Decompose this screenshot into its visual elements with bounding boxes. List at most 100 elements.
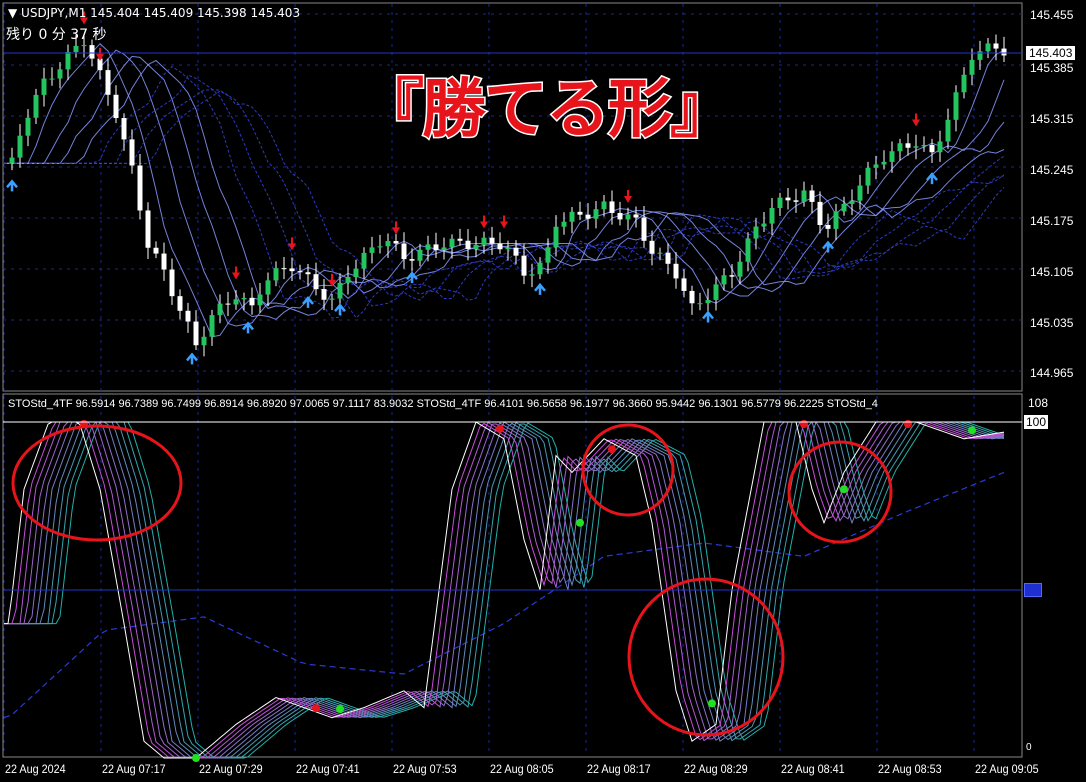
candle-body — [905, 143, 911, 148]
time-tick: 22 Aug 08:53 — [878, 762, 942, 776]
sell-arrow-icon — [912, 113, 920, 127]
candle-body — [281, 268, 287, 270]
buy-arrow-icon — [242, 321, 254, 334]
level-50-badge — [1024, 583, 1042, 597]
stochastic-buy-dot — [968, 426, 976, 435]
stochastic-sell-dot — [496, 424, 504, 433]
candle-body — [705, 299, 711, 304]
candle-body — [241, 297, 247, 300]
candle-body — [825, 224, 831, 229]
candle-body — [137, 165, 143, 211]
sell-arrow-icon — [480, 215, 488, 229]
candle-body — [601, 201, 607, 210]
candle-body — [561, 221, 567, 227]
candle-body — [209, 315, 215, 337]
candle-body — [305, 272, 311, 275]
candle-body — [737, 261, 743, 277]
candle-body — [457, 238, 463, 241]
candle-body — [81, 45, 87, 47]
candle-body — [945, 119, 951, 142]
buy-arrow-icon — [702, 310, 714, 323]
candle-body — [393, 241, 399, 244]
candle-body — [633, 214, 639, 218]
candle-body — [353, 268, 359, 277]
candle-body — [577, 211, 583, 215]
candle-body — [49, 78, 55, 80]
time-tick: 22 Aug 07:17 — [102, 762, 166, 776]
current-price-badge: 145.403 — [1026, 46, 1076, 60]
candle-body — [657, 252, 663, 254]
candle-body — [793, 200, 799, 202]
buy-arrow-icon — [302, 295, 314, 308]
candle-body — [673, 263, 679, 279]
candle-body — [465, 240, 471, 249]
candle-body — [73, 45, 79, 52]
stochastic-lines — [3, 420, 1005, 762]
indicator-panel-border — [2, 393, 1023, 758]
indicator-axis-max: 108 — [1028, 396, 1049, 410]
candle-body — [369, 247, 375, 253]
candle-body — [713, 284, 719, 300]
stochastic-sell-dot — [608, 445, 616, 454]
sell-arrow-icon — [392, 221, 400, 235]
candle-body — [345, 276, 351, 283]
candle-body — [449, 238, 455, 248]
candle-body — [881, 161, 887, 165]
buy-arrow-icon — [186, 352, 198, 365]
candle-body — [185, 310, 191, 322]
candle-body — [689, 290, 695, 304]
time-tick: 22 Aug 07:53 — [393, 762, 457, 776]
candle-body — [33, 94, 39, 118]
symbol-info: ▼ USDJPY,M1 145.404 145.409 145.398 145.… — [8, 6, 301, 20]
stochastic-buy-dot — [576, 518, 584, 527]
candle-body — [521, 255, 527, 276]
candle-body — [153, 247, 159, 254]
candle-body — [201, 336, 207, 346]
stochastic-buy-dot — [708, 699, 716, 708]
candle-body — [257, 294, 263, 306]
price-tick: 144.965 — [1030, 366, 1074, 380]
price-tick: 145.315 — [1030, 112, 1074, 126]
candle-body — [425, 244, 431, 250]
candle-body — [529, 274, 535, 276]
candle-body — [113, 94, 119, 119]
candle-body — [849, 200, 855, 204]
candle-body — [401, 243, 407, 260]
stochastic-buy-dot — [336, 705, 344, 714]
candle-body — [969, 59, 975, 75]
stochastic-sell-dot — [800, 420, 808, 428]
time-tick: 22 Aug 2024 — [5, 762, 66, 776]
candle-body — [665, 252, 671, 264]
candle-body — [313, 274, 319, 290]
sell-arrow-icon — [500, 215, 508, 229]
candle-body — [25, 117, 31, 136]
candle-body — [361, 252, 367, 269]
candle-body — [265, 280, 271, 295]
stochastic-buy-dot — [840, 485, 848, 494]
candle-body — [873, 164, 879, 168]
time-tick: 22 Aug 08:29 — [684, 762, 748, 776]
candle-body — [721, 275, 727, 285]
stochastic-buy-dot — [192, 754, 200, 762]
candle-body — [985, 43, 991, 52]
candle-body — [641, 217, 647, 241]
candle-body — [177, 296, 183, 311]
indicator-header: STOStd_4TF 96.5914 96.7389 96.7499 96.89… — [8, 398, 878, 410]
candle-body — [1001, 48, 1007, 56]
candle-body — [961, 74, 967, 93]
candle-body — [993, 43, 999, 49]
candle-body — [625, 214, 631, 220]
candle-body — [569, 211, 575, 222]
buy-arrow-icon — [6, 179, 18, 192]
candle-body — [817, 201, 823, 225]
time-tick: 22 Aug 07:41 — [296, 762, 360, 776]
candle-body — [697, 303, 703, 305]
candle-body — [337, 282, 343, 299]
candle-body — [649, 240, 655, 254]
buy-arrow-icon — [534, 282, 546, 295]
candle-body — [809, 190, 815, 202]
candle-body — [321, 289, 327, 300]
candle-body — [193, 321, 199, 346]
bar-timer: 残り 0 分 37 秒 — [6, 27, 107, 43]
candle-body — [417, 249, 423, 261]
